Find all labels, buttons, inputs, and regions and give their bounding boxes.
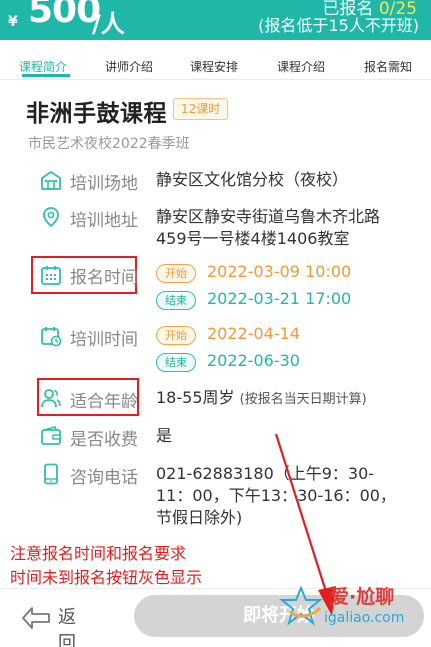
age-range: 18-55周岁 xyxy=(156,388,235,407)
signup-end-date: 2022-03-21 17:00 xyxy=(207,289,352,308)
training-end-date: 2022-06-30 xyxy=(207,351,300,370)
active-tab-indicator xyxy=(22,74,70,77)
location-pin-icon xyxy=(43,207,59,228)
annotation-line-2: 时间未到报名按钮灰色显示 xyxy=(10,568,203,587)
calendar-icon xyxy=(41,266,61,285)
phone-label: 咨询电话 xyxy=(70,468,138,488)
calendar-clock-icon xyxy=(41,327,62,347)
min-enrollment-note: (报名低于15人不开班) xyxy=(258,16,419,35)
age-note: (按报名当天日期计算) xyxy=(239,392,367,407)
fee-value: 是 xyxy=(156,426,173,445)
training-time-label: 培训时间 xyxy=(70,330,138,350)
tab-course-intro[interactable]: 课程简介 xyxy=(19,58,67,75)
wallet-icon xyxy=(41,426,61,445)
tab-course-schedule[interactable]: 课程安排 xyxy=(190,58,238,75)
tab-teacher-intro[interactable]: 讲师介绍 xyxy=(105,58,153,75)
building-icon xyxy=(41,171,61,190)
address-line-2: 459号一号楼4楼1406教室 xyxy=(156,229,350,248)
currency-symbol: ¥ xyxy=(8,14,18,30)
back-label: 返回 xyxy=(58,607,76,647)
signup-time-label: 报名时间 xyxy=(70,268,138,288)
course-subtitle: 市民艺术夜校2022春季班 xyxy=(28,136,190,152)
training-start-date: 2022-04-14 xyxy=(207,324,300,343)
course-price: 500 xyxy=(28,0,101,31)
address-label: 培训地址 xyxy=(70,211,138,231)
signup-end-tag: 结束 xyxy=(156,291,196,310)
training-start-tag: 开始 xyxy=(156,326,196,345)
age-value: 18-55周岁 (按报名当天日期计算) xyxy=(156,387,367,411)
price-unit: /人 xyxy=(92,10,125,38)
course-title: 非洲手鼓课程 xyxy=(26,101,167,127)
tab-course-details[interactable]: 课程介绍 xyxy=(277,58,325,75)
site-watermark: 爱·尬聊 igaliao.com xyxy=(270,576,430,636)
signup-start-date: 2022-03-09 10:00 xyxy=(207,262,352,281)
watermark-logo-icon xyxy=(279,585,323,626)
venue-label: 培训场地 xyxy=(70,174,138,194)
venue-value: 静安区文化馆分校（夜校） xyxy=(156,170,349,189)
phone-icon xyxy=(44,463,58,485)
annotation-line-1: 注意报名时间和报名要求 xyxy=(10,544,187,563)
back-arrow-icon xyxy=(22,607,50,629)
watermark-url: igaliao.com xyxy=(324,610,405,626)
price-banner: ¥ 500 /人 已报名 0/25 (报名低于15人不开班) xyxy=(0,0,431,40)
address-value: 静安区静安寺街道乌鲁木齐北路 459号一号楼4楼1406教室 xyxy=(156,206,380,250)
signup-start-tag: 开始 xyxy=(156,264,196,283)
users-icon xyxy=(41,389,61,408)
age-label: 适合年龄 xyxy=(70,392,138,412)
hours-badge: 12课时 xyxy=(173,98,229,120)
watermark-text: 爱·尬聊 xyxy=(330,586,395,608)
fee-label: 是否收费 xyxy=(70,430,138,450)
training-end-tag: 结束 xyxy=(156,353,196,372)
address-line-1: 静安区静安寺街道乌鲁木齐北路 xyxy=(156,207,381,226)
tab-signup-notice[interactable]: 报名需知 xyxy=(364,58,412,75)
